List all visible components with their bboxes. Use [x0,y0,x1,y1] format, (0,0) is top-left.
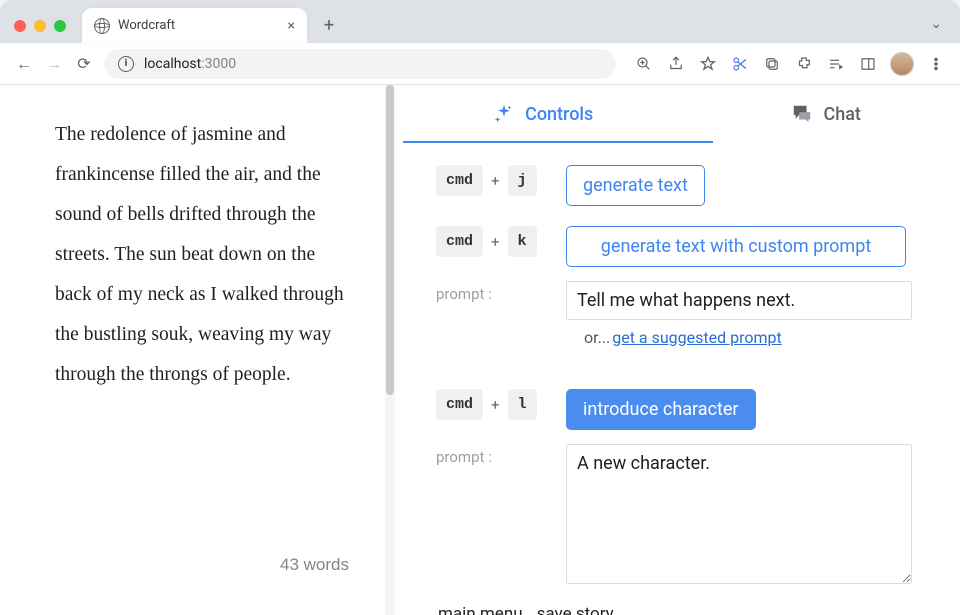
story-text[interactable]: The redolence of jasmine and frankincens… [55,115,350,595]
panel-icon[interactable] [858,54,878,74]
tab-controls[interactable]: Controls [453,85,633,143]
forward-button: → [44,54,64,74]
key-k: k [508,226,537,257]
tab-controls-label: Controls [525,104,593,125]
introduce-character-button[interactable]: introduce character [566,389,756,430]
scrollbar[interactable] [385,85,395,615]
footer-links: main menu save story [436,598,912,615]
key-cmd: cmd [436,226,483,257]
prompt-label-2: prompt : [436,444,548,466]
browser-tab-strip: Wordcraft × + ⌄ [0,0,960,43]
plus: + [491,233,500,251]
globe-icon [94,18,110,34]
window-controls [14,20,66,32]
address-bar[interactable]: i localhost:3000 [104,49,616,79]
scrollbar-thumb[interactable] [386,85,394,395]
maximize-window[interactable] [54,20,66,32]
close-tab-icon[interactable]: × [288,18,295,34]
browser-toolbar: ← → ⟳ i localhost:3000 [0,43,960,85]
copy-icon[interactable] [762,54,782,74]
extensions-icon[interactable] [794,54,814,74]
or-text: or... [584,328,610,347]
playlist-icon[interactable] [826,54,846,74]
star-icon[interactable] [698,54,718,74]
tab-title: Wordcraft [118,18,175,33]
plus: + [491,396,500,414]
key-l: l [508,389,537,420]
scissors-icon[interactable] [730,54,750,74]
url-port: :3000 [201,56,236,72]
menu-icon[interactable] [926,54,946,74]
url-host: localhost [144,56,201,72]
info-icon[interactable]: i [118,56,134,72]
shortcut-generate: cmd + j [436,165,548,196]
tab-overflow-icon[interactable]: ⌄ [930,16,942,32]
shortcut-custom: cmd + k [436,226,548,257]
close-window[interactable] [14,20,26,32]
main-menu-link[interactable]: main menu [438,604,523,615]
sparkle-icon [493,103,515,125]
share-icon[interactable] [666,54,686,74]
key-cmd: cmd [436,165,483,196]
shortcut-introduce: cmd + l [436,389,548,420]
key-j: j [508,165,537,196]
panel-tabs: Controls Chat [394,85,960,143]
save-story-link[interactable]: save story [537,604,614,615]
generate-custom-button[interactable]: generate text with custom prompt [566,226,906,267]
profile-avatar[interactable] [890,52,914,76]
tab-chat[interactable]: Chat [751,85,900,143]
new-tab-button[interactable]: + [315,12,343,40]
tab-chat-label: Chat [823,104,860,125]
plus: + [491,172,500,190]
prompt-label: prompt : [436,281,548,303]
suggested-prompt-link[interactable]: get a suggested prompt [612,328,781,347]
zoom-icon[interactable] [634,54,654,74]
minimize-window[interactable] [34,20,46,32]
key-cmd: cmd [436,389,483,420]
introduce-prompt-textarea[interactable] [566,444,912,584]
controls-pane: Controls Chat cmd + j generate text cmd [385,85,960,615]
custom-prompt-input[interactable] [566,281,912,320]
back-button[interactable]: ← [14,54,34,74]
word-count: 43 words [280,545,349,585]
reload-button[interactable]: ⟳ [74,54,94,74]
editor-pane[interactable]: The redolence of jasmine and frankincens… [0,85,385,615]
chat-icon [791,103,813,125]
browser-tab[interactable]: Wordcraft × [82,8,307,43]
generate-text-button[interactable]: generate text [566,165,705,206]
